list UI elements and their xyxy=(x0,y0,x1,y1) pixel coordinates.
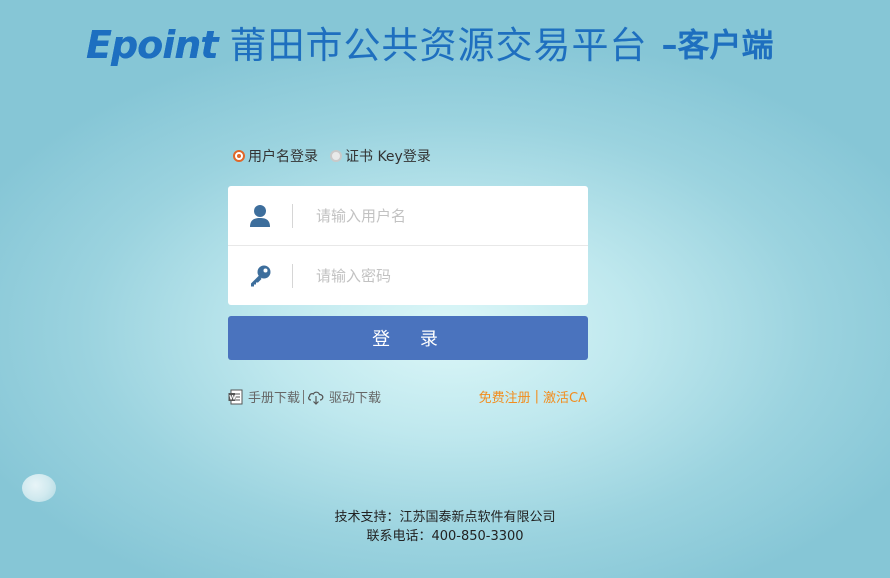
radio-username-label: 用户名登录 xyxy=(248,149,318,165)
key-icon xyxy=(228,264,292,288)
radio-selected-icon xyxy=(233,150,245,162)
svg-text:W: W xyxy=(229,394,236,401)
login-button[interactable]: 登 录 xyxy=(228,316,588,360)
footer: 技术支持：江苏国泰新点软件有限公司 联系电话：400-850-3300 xyxy=(0,508,890,546)
word-document-icon: W xyxy=(228,389,244,405)
cloud-download-icon xyxy=(307,389,325,405)
password-input[interactable] xyxy=(314,265,568,286)
field-divider xyxy=(292,203,293,228)
login-type-selector: 用户名登录 证书 Key登录 xyxy=(233,146,443,166)
link-separator xyxy=(303,389,305,404)
manual-download-link[interactable]: W 手册下载 xyxy=(228,387,300,406)
activate-ca-link[interactable]: 激活CA xyxy=(543,387,587,406)
radio-certificate-login[interactable]: 证书 Key登录 xyxy=(330,146,431,166)
login-form xyxy=(228,186,588,305)
radio-certificate-label: 证书 Key登录 xyxy=(345,149,431,165)
page-title-suffix: –客户端 xyxy=(661,26,774,64)
header: Epoint 莆田市公共资源交易平台 –客户端 xyxy=(86,26,774,64)
download-links: W 手册下载 驱动下载 xyxy=(228,387,381,406)
password-field xyxy=(228,245,588,305)
driver-download-label: 驱动下载 xyxy=(329,391,382,406)
driver-download-link[interactable]: 驱动下载 xyxy=(307,387,381,406)
epoint-logo: Epoint xyxy=(86,23,219,67)
page-title: 莆田市公共资源交易平台 xyxy=(229,23,648,67)
user-icon xyxy=(228,204,292,228)
register-link[interactable]: 免费注册 xyxy=(479,387,531,406)
manual-download-label: 手册下载 xyxy=(248,391,301,406)
radio-unselected-icon xyxy=(330,150,342,162)
field-divider xyxy=(292,263,293,288)
username-input[interactable] xyxy=(314,205,568,226)
radio-username-login[interactable]: 用户名登录 xyxy=(233,146,318,166)
link-divider: | xyxy=(534,389,540,404)
phone-text: 联系电话：400-850-3300 xyxy=(366,529,524,544)
account-links: 免费注册 | 激活CA xyxy=(479,387,587,406)
username-field xyxy=(228,186,588,245)
decorative-bubble xyxy=(22,474,56,502)
support-text: 技术支持：江苏国泰新点软件有限公司 xyxy=(334,510,556,525)
